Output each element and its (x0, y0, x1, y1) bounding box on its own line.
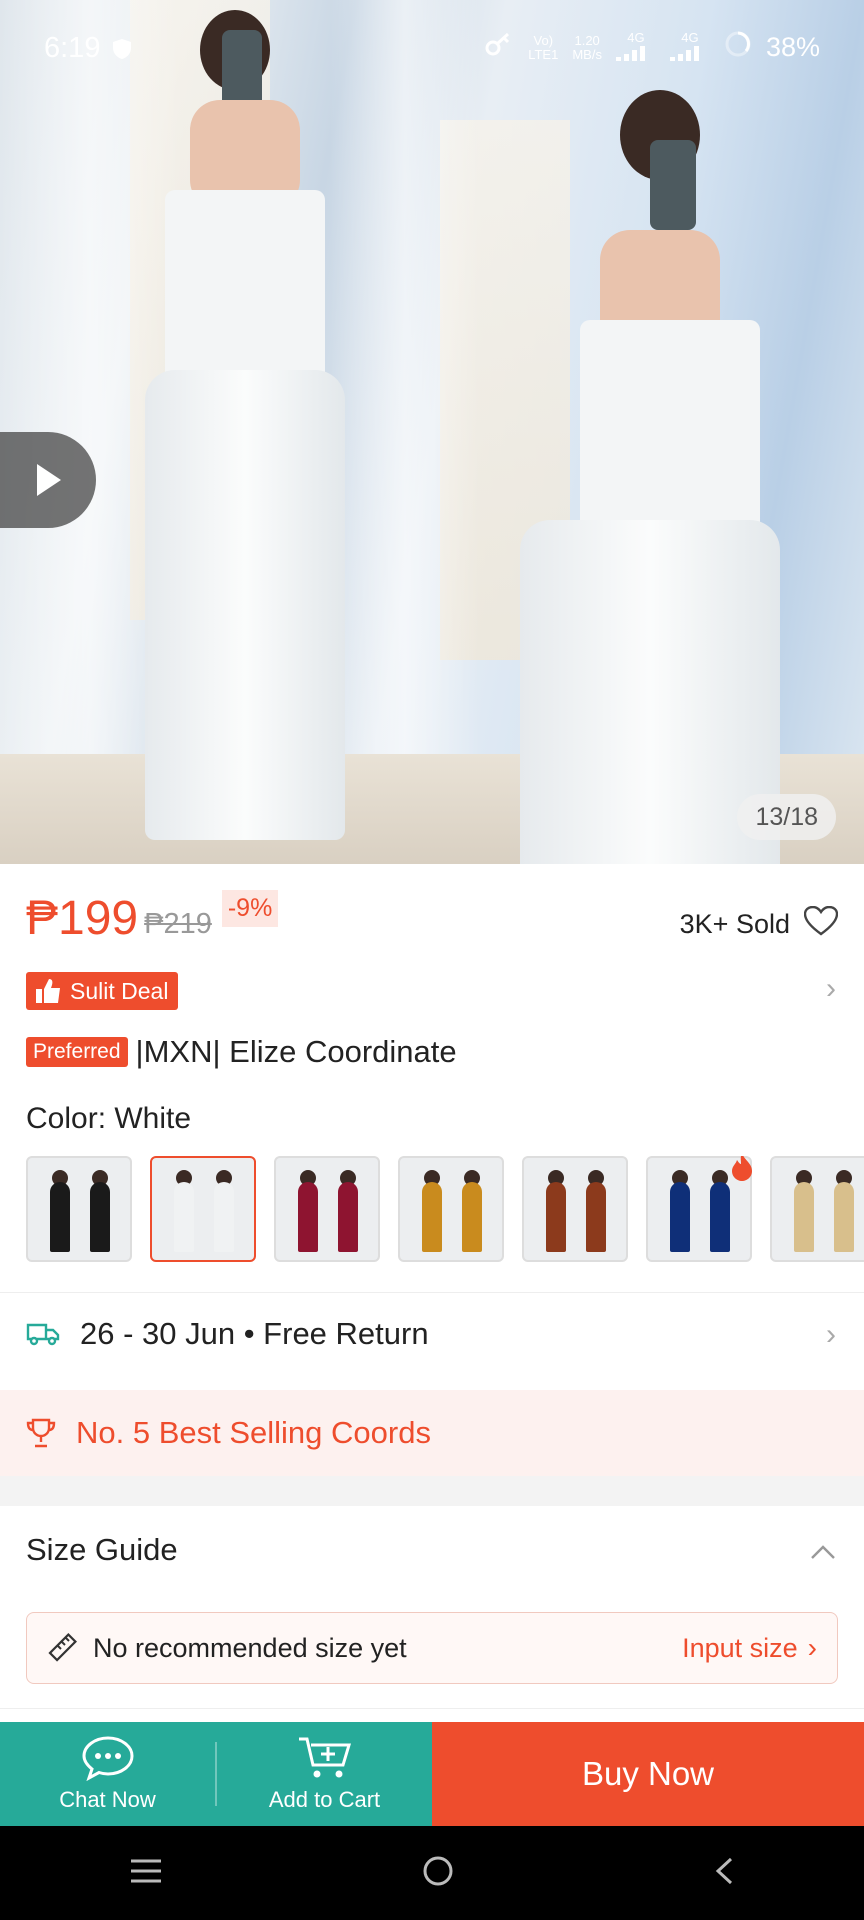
action-bar: Chat Now Add to Cart Buy Now (0, 1722, 864, 1826)
product-title: |MXN| Elize Coordinate (135, 1034, 457, 1069)
color-swatch[interactable] (646, 1156, 752, 1262)
best-selling-banner[interactable]: No. 5 Best Selling Coords (0, 1390, 864, 1476)
original-price: ₱219 (144, 908, 212, 940)
buy-now-button[interactable]: Buy Now (432, 1722, 864, 1826)
shipping-row[interactable]: 26 - 30 Jun • Free Return (26, 1316, 429, 1352)
preferred-badge: Preferred (26, 1037, 128, 1067)
status-time: 6:19 (44, 32, 101, 64)
add-to-cart-button[interactable]: Add to Cart (217, 1722, 432, 1826)
color-swatch[interactable] (770, 1156, 864, 1262)
best-selling-text: No. 5 Best Selling Coords (76, 1415, 431, 1450)
product-image[interactable] (0, 0, 864, 864)
trophy-icon (26, 1418, 56, 1448)
discount-badge: -9% (221, 890, 279, 927)
divider (0, 1708, 864, 1709)
color-swatch[interactable] (26, 1156, 132, 1262)
play-icon (37, 464, 61, 496)
variation-label: Color: White (26, 1102, 192, 1135)
status-bar: 6:19 Vo) LTE1 1.20 MB/s 4G 4G 38% (0, 0, 864, 100)
back-icon[interactable] (713, 1856, 735, 1891)
image-counter: 13/18 (737, 794, 836, 840)
sold-label: 3K+ Sold (679, 909, 790, 939)
shipping-text: 26 - 30 Jun • Free Return (80, 1316, 429, 1351)
current-price: ₱199 (26, 892, 139, 945)
size-recommendation[interactable]: No recommended size yet Input size › (26, 1612, 838, 1684)
size-guide-title: Size Guide (26, 1532, 178, 1567)
price-row: ₱199 ₱219 -9% (26, 890, 279, 945)
battery-level: 38% (765, 32, 820, 62)
network-speed: 1.20 MB/s (572, 32, 602, 62)
product-title-row: Preferred |MXN| Elize Coordinate (26, 1034, 457, 1070)
signal-icon-2: 4G (669, 31, 710, 64)
size-recommendation-text: No recommended size yet (93, 1632, 407, 1663)
sulit-deal-badge[interactable]: Sulit Deal (26, 972, 179, 1010)
color-swatch[interactable] (398, 1156, 504, 1262)
sulit-deal-label: Sulit Deal (70, 977, 169, 1004)
heart-icon[interactable] (803, 905, 839, 943)
color-swatch[interactable] (522, 1156, 628, 1262)
menu-icon[interactable] (129, 1858, 163, 1889)
battery-icon (724, 30, 752, 65)
flame-icon (730, 1156, 754, 1182)
section-gap (0, 1476, 864, 1506)
volte-indicator: Vo) LTE1 (528, 32, 559, 62)
thumbs-up-icon (36, 979, 60, 1003)
ruler-icon (48, 1633, 77, 1662)
shield-icon (110, 36, 134, 68)
add-to-cart-label: Add to Cart (268, 1787, 381, 1812)
chat-now-button[interactable]: Chat Now (0, 1722, 215, 1826)
key-icon (484, 31, 514, 64)
play-video-button[interactable] (0, 432, 96, 528)
chevron-right-icon[interactable]: › (826, 972, 836, 1006)
color-swatch[interactable] (150, 1156, 256, 1262)
divider (0, 1292, 864, 1293)
chevron-right-icon: › (807, 1632, 817, 1663)
chevron-right-icon[interactable]: › (826, 1318, 836, 1352)
input-size-link[interactable]: Input size (682, 1633, 798, 1664)
signal-icon: 4G (615, 31, 656, 64)
truck-icon (26, 1323, 60, 1346)
color-swatch[interactable] (274, 1156, 380, 1262)
sold-count: 3K+ Sold (679, 905, 839, 943)
chat-icon (81, 1736, 134, 1781)
cart-add-icon (298, 1737, 351, 1778)
color-swatches (26, 1156, 864, 1262)
system-nav-bar (0, 1826, 864, 1920)
chevron-up-icon[interactable] (810, 1544, 836, 1565)
chat-now-label: Chat Now (59, 1787, 156, 1812)
home-icon[interactable] (421, 1854, 455, 1893)
